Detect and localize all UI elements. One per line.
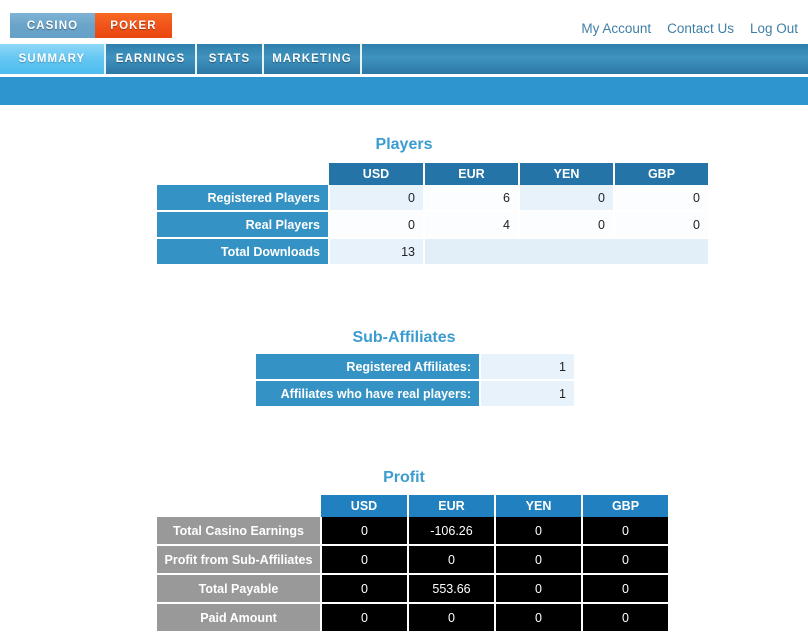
profit-corner-cell bbox=[157, 495, 321, 517]
players-downloads-empty bbox=[424, 238, 708, 266]
profit-col-usd: USD bbox=[321, 495, 409, 517]
profit-table: USD EUR YEN GBP Total Casino Earnings 0 … bbox=[157, 495, 668, 633]
players-real-usd: 0 bbox=[329, 211, 425, 239]
product-tab-poker-label: POKER bbox=[110, 19, 157, 32]
profit-total-payable-gbp: 0 bbox=[582, 574, 668, 604]
profit-paid-amount-gbp: 0 bbox=[582, 603, 668, 633]
table-row: Total Payable 0 553.66 0 0 bbox=[157, 574, 668, 604]
players-real-gbp: 0 bbox=[614, 211, 708, 239]
tab-summary[interactable]: SUMMARY bbox=[0, 44, 106, 74]
profit-casino-earnings-yen: 0 bbox=[495, 517, 583, 546]
section-tab-bar: SUMMARY EARNINGS STATS MARKETING bbox=[0, 44, 808, 74]
product-tab-poker[interactable]: POKER bbox=[95, 13, 172, 38]
product-tab-casino-label: CASINO bbox=[26, 19, 79, 32]
players-registered-eur: 6 bbox=[424, 185, 520, 212]
profit-row-label-subaffiliates: Profit from Sub-Affiliates bbox=[157, 545, 322, 575]
table-row: Total Downloads 13 bbox=[157, 238, 708, 266]
tab-earnings[interactable]: EARNINGS bbox=[106, 44, 197, 74]
players-section-title: Players bbox=[375, 136, 433, 153]
product-tab-casino[interactable]: CASINO bbox=[10, 13, 95, 38]
profit-row-label-total-payable: Total Payable bbox=[157, 574, 322, 604]
tab-stats[interactable]: STATS bbox=[197, 44, 264, 74]
profit-row-label-casino-earnings: Total Casino Earnings bbox=[157, 517, 322, 546]
profit-casino-earnings-gbp: 0 bbox=[582, 517, 668, 546]
profit-subaffiliates-eur: 0 bbox=[408, 545, 496, 575]
players-real-yen: 0 bbox=[519, 211, 615, 239]
table-row: Real Players 0 4 0 0 bbox=[157, 211, 708, 239]
players-row-label-registered: Registered Players bbox=[157, 185, 330, 212]
link-log-out[interactable]: Log Out bbox=[750, 21, 798, 36]
tab-bar-filler bbox=[362, 44, 808, 74]
profit-casino-earnings-usd: 0 bbox=[321, 517, 409, 546]
table-row: Registered Affiliates: 1 bbox=[256, 354, 574, 381]
table-row: Registered Players 0 6 0 0 bbox=[157, 185, 708, 212]
table-row: Paid Amount 0 0 0 0 bbox=[157, 603, 668, 633]
profit-row-label-paid-amount: Paid Amount bbox=[157, 603, 322, 633]
sub-affiliates-registered-value: 1 bbox=[480, 354, 574, 381]
tab-marketing[interactable]: MARKETING bbox=[264, 44, 362, 74]
product-tab-bar: CASINO POKER bbox=[10, 13, 172, 38]
table-row: Affiliates who have real players: 1 bbox=[256, 380, 574, 408]
players-row-label-downloads: Total Downloads bbox=[157, 238, 330, 266]
players-col-yen: YEN bbox=[519, 163, 615, 185]
profit-total-payable-yen: 0 bbox=[495, 574, 583, 604]
account-links: My Account Contact Us Log Out bbox=[581, 21, 798, 36]
profit-col-gbp: GBP bbox=[582, 495, 668, 517]
profit-paid-amount-yen: 0 bbox=[495, 603, 583, 633]
sub-affiliates-realplayers-value: 1 bbox=[480, 380, 574, 408]
profit-col-eur: EUR bbox=[408, 495, 496, 517]
profit-header-row: USD EUR YEN GBP bbox=[157, 495, 668, 517]
players-registered-gbp: 0 bbox=[614, 185, 708, 212]
link-contact-us[interactable]: Contact Us bbox=[667, 21, 734, 36]
sub-affiliates-row-label-registered: Registered Affiliates: bbox=[256, 354, 481, 381]
profit-subaffiliates-yen: 0 bbox=[495, 545, 583, 575]
profit-total-payable-eur: 553.66 bbox=[408, 574, 496, 604]
profit-subaffiliates-usd: 0 bbox=[321, 545, 409, 575]
table-row: Profit from Sub-Affiliates 0 0 0 0 bbox=[157, 545, 668, 575]
tab-earnings-label: EARNINGS bbox=[115, 53, 186, 65]
players-col-gbp: GBP bbox=[614, 163, 708, 185]
table-row: Total Casino Earnings 0 -106.26 0 0 bbox=[157, 517, 668, 546]
profit-section-title: Profit bbox=[383, 469, 425, 486]
players-table: USD EUR YEN GBP Registered Players 0 6 0… bbox=[157, 163, 708, 266]
players-header-row: USD EUR YEN GBP bbox=[157, 163, 708, 185]
tab-stats-label: STATS bbox=[208, 53, 251, 65]
players-col-eur: EUR bbox=[424, 163, 520, 185]
profit-paid-amount-usd: 0 bbox=[321, 603, 409, 633]
sub-affiliates-row-label-realplayers: Affiliates who have real players: bbox=[256, 380, 481, 408]
profit-paid-amount-eur: 0 bbox=[408, 603, 496, 633]
players-registered-yen: 0 bbox=[519, 185, 615, 212]
profit-subaffiliates-gbp: 0 bbox=[582, 545, 668, 575]
players-col-usd: USD bbox=[329, 163, 425, 185]
subaffiliates-section-title: Sub-Affiliates bbox=[352, 329, 456, 346]
link-my-account[interactable]: My Account bbox=[581, 21, 651, 36]
blue-banner bbox=[0, 77, 808, 105]
sub-affiliates-table: Registered Affiliates: 1 Affiliates who … bbox=[256, 354, 574, 408]
tab-marketing-label: MARKETING bbox=[272, 53, 352, 65]
players-real-eur: 4 bbox=[424, 211, 520, 239]
profit-col-yen: YEN bbox=[495, 495, 583, 517]
profit-total-payable-usd: 0 bbox=[321, 574, 409, 604]
tab-summary-label: SUMMARY bbox=[18, 53, 86, 65]
players-registered-usd: 0 bbox=[329, 185, 425, 212]
profit-casino-earnings-eur: -106.26 bbox=[408, 517, 496, 546]
players-downloads-usd: 13 bbox=[329, 238, 425, 266]
players-corner-cell bbox=[157, 163, 329, 185]
players-row-label-real: Real Players bbox=[157, 211, 330, 239]
